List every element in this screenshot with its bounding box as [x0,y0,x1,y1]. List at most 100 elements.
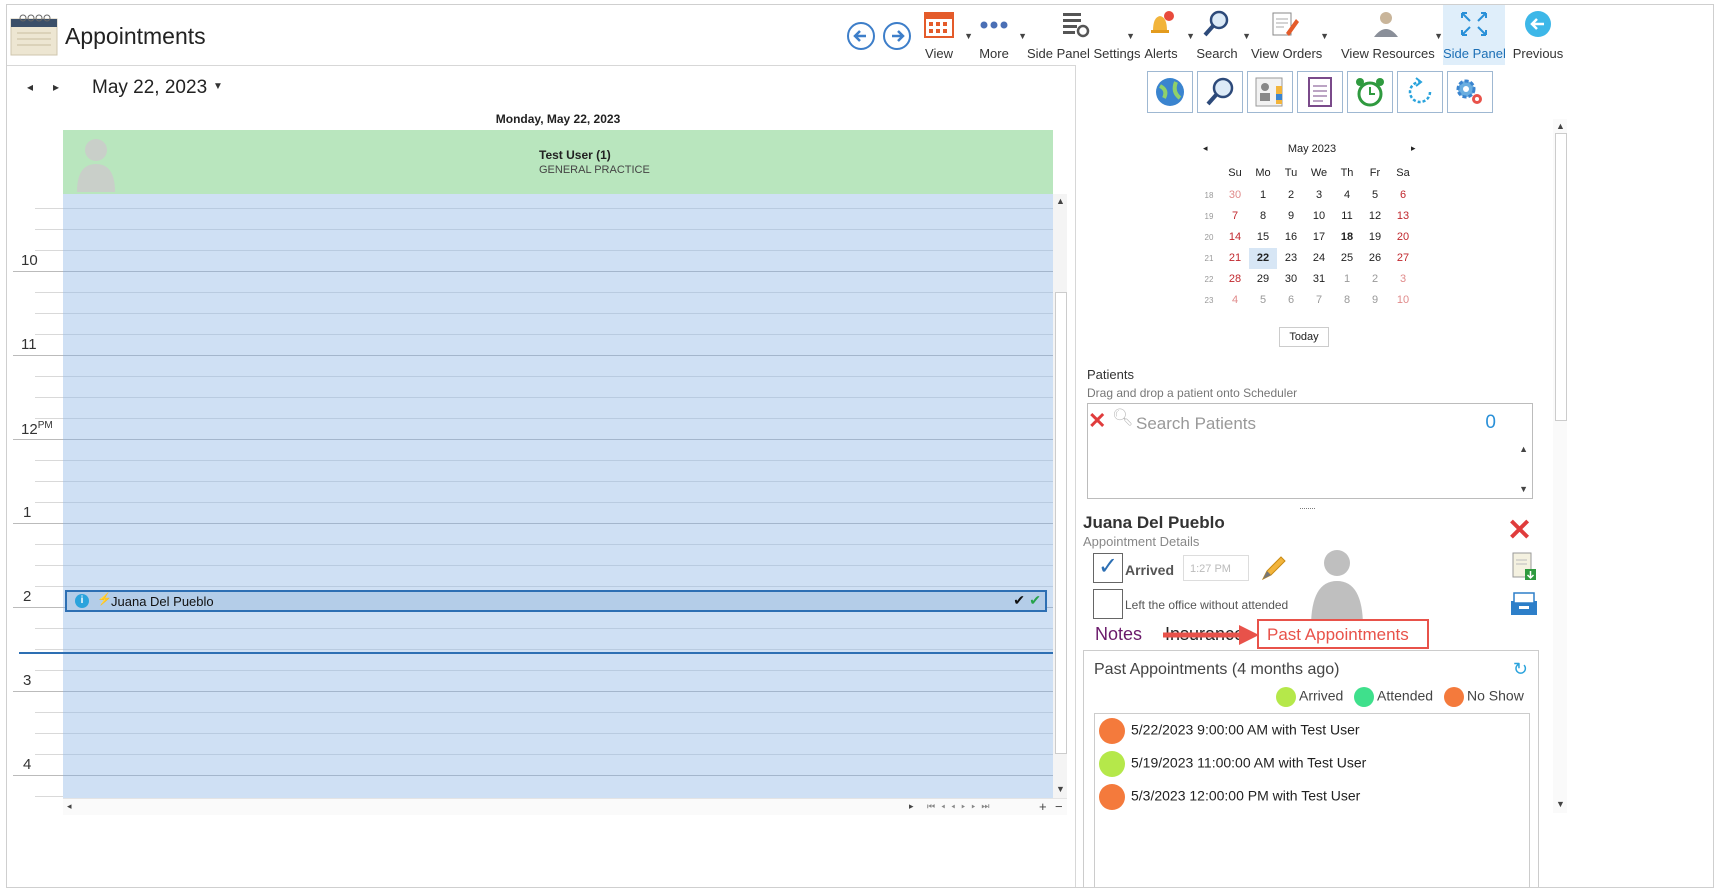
list-item[interactable]: 5/3/2023 12:00:00 PM with Test User [1099,784,1360,814]
calendar-day[interactable]: 25 [1333,248,1361,269]
pager-icons[interactable]: ⏮◂◂▸▸⏭ [927,801,996,812]
calendar-day[interactable]: 4 [1221,290,1249,311]
zoom-out-icon[interactable]: − [1055,799,1063,814]
alarm-button[interactable] [1347,71,1393,113]
alerts-dropdown-icon[interactable]: ▼ [1186,31,1195,41]
next-day-icon[interactable]: ▸ [53,80,59,94]
calendar-day[interactable]: 22 [1249,248,1277,269]
refresh-button[interactable] [1397,71,1443,113]
calendar-day[interactable]: 30 [1221,185,1249,206]
calendar-day[interactable]: 19 [1361,227,1389,248]
back-arrow-icon[interactable] [846,21,876,51]
view-orders-button[interactable]: View Orders ▼ [1251,5,1329,65]
calendar-day[interactable]: 26 [1361,248,1389,269]
calendar-day[interactable]: 8 [1249,206,1277,227]
search-dropdown-icon[interactable]: ▼ [1242,31,1251,41]
view-button[interactable]: View ▼ [917,5,973,65]
view-resources-dropdown-icon[interactable]: ▼ [1434,31,1443,41]
calendar-day[interactable]: 15 [1249,227,1277,248]
list-scroll-down-icon[interactable]: ▼ [1519,484,1528,494]
side-scroll-down-icon[interactable]: ▼ [1556,799,1565,809]
side-scroll-up-icon[interactable]: ▲ [1556,121,1565,131]
calendar-day[interactable]: 13 [1389,206,1417,227]
calendar-day[interactable]: 21 [1221,248,1249,269]
search-button[interactable]: Search ▼ [1195,5,1251,65]
calendar-day[interactable]: 31 [1305,269,1333,290]
calendar-day[interactable]: 24 [1305,248,1333,269]
zoom-in-icon[interactable]: + [1039,799,1047,814]
list-item[interactable]: 5/19/2023 11:00:00 AM with Test User [1099,751,1366,781]
search-patients-input[interactable]: Search Patients [1136,414,1256,434]
calendar-day[interactable]: 3 [1305,185,1333,206]
list-scroll-up-icon[interactable]: ▲ [1519,444,1528,454]
patients-list[interactable]: ▲ ▼ [1087,440,1533,499]
calendar-day[interactable]: 18 [1333,227,1361,248]
more-dropdown-icon[interactable]: ▼ [1018,31,1027,41]
calendar-day[interactable]: 1 [1333,269,1361,290]
view-orders-dropdown-icon[interactable]: ▼ [1320,31,1329,41]
list-item[interactable]: 5/22/2023 9:00:00 AM with Test User [1099,718,1360,748]
delete-icon[interactable]: ✕ [1507,513,1532,548]
day-grid[interactable] [63,194,1053,798]
document-download-icon[interactable] [1511,551,1537,581]
calendar-day[interactable]: 11 [1333,206,1361,227]
calendar-day[interactable]: 5 [1249,290,1277,311]
calendar-day[interactable]: 1 [1249,185,1277,206]
refresh-icon[interactable]: ↻ [1513,659,1528,680]
edit-pencil-icon[interactable] [1259,553,1289,583]
calendar-day[interactable]: 20 [1389,227,1417,248]
calendar-day[interactable]: 23 [1277,248,1305,269]
calendar-day[interactable]: 10 [1305,206,1333,227]
tab-notes[interactable]: Notes [1095,624,1142,645]
calendar-day[interactable]: 30 [1277,269,1305,290]
calendar-day[interactable]: 28 [1221,269,1249,290]
alerts-button[interactable]: Alerts ▼ [1139,5,1195,65]
calendar-day[interactable]: 5 [1361,185,1389,206]
left-office-checkbox[interactable] [1093,589,1123,619]
today-button[interactable]: Today [1279,327,1329,347]
calendar-day[interactable]: 2 [1277,185,1305,206]
calendar-day[interactable]: 6 [1277,290,1305,311]
settings-button[interactable] [1447,71,1493,113]
arrived-checkbox[interactable]: ✓ [1093,553,1123,583]
calendar-day[interactable]: 27 [1389,248,1417,269]
calendar-day[interactable]: 16 [1277,227,1305,248]
side-panel-scrollbar[interactable]: ▲ ▼ [1553,119,1567,813]
scheduler-vertical-scrollbar[interactable]: ▲ ▼ [1053,194,1067,798]
search-patient-button[interactable] [1197,71,1243,113]
calendar-day[interactable]: 3 [1389,269,1417,290]
side-panel-button[interactable]: Side Panel [1443,5,1506,65]
view-dropdown-icon[interactable]: ▼ [964,31,973,41]
calendar-day[interactable]: 7 [1221,206,1249,227]
arrived-time-field[interactable]: 1:27 PM [1183,555,1249,581]
appointment-block[interactable]: i ⚡ Juana Del Pueblo ✔ ✔ [65,590,1047,612]
calendar-day[interactable]: 12 [1361,206,1389,227]
calendar-day[interactable]: 10 [1389,290,1417,311]
scroll-down-icon[interactable]: ▼ [1056,784,1065,794]
calendar-day[interactable]: 29 [1249,269,1277,290]
patient-card-button[interactable] [1247,71,1293,113]
archive-icon[interactable] [1509,591,1539,617]
globe-button[interactable] [1147,71,1193,113]
calendar-day[interactable]: 8 [1333,290,1361,311]
view-resources-button[interactable]: View Resources ▼ [1341,5,1443,65]
calendar-day[interactable]: 9 [1361,290,1389,311]
splitter-grip[interactable]: ········ [1299,503,1316,513]
previous-button[interactable]: Previous [1511,5,1565,65]
calendar-day[interactable]: 2 [1361,269,1389,290]
current-date[interactable]: May 22, 2023 [92,77,207,99]
scroll-left-icon[interactable]: ◂ [67,801,72,812]
scroll-right-icon[interactable]: ▸ [909,801,914,812]
side-panel-settings-dropdown-icon[interactable]: ▼ [1126,31,1135,41]
date-dropdown-icon[interactable]: ▼ [213,81,223,92]
scheduler-horizontal-scrollbar[interactable]: ◂ ▸ ⏮◂◂▸▸⏭ + − [63,798,1067,815]
calendar-day[interactable]: 6 [1389,185,1417,206]
side-panel-settings-button[interactable]: Side Panel Settings ▼ [1027,5,1140,65]
checklist-button[interactable] [1297,71,1343,113]
calendar-day[interactable]: 7 [1305,290,1333,311]
clear-search-icon[interactable]: ✕ [1088,408,1106,434]
next-month-icon[interactable]: ▸ [1411,143,1416,154]
prev-day-icon[interactable]: ◂ [27,80,33,94]
calendar-day[interactable]: 14 [1221,227,1249,248]
calendar-day[interactable]: 9 [1277,206,1305,227]
